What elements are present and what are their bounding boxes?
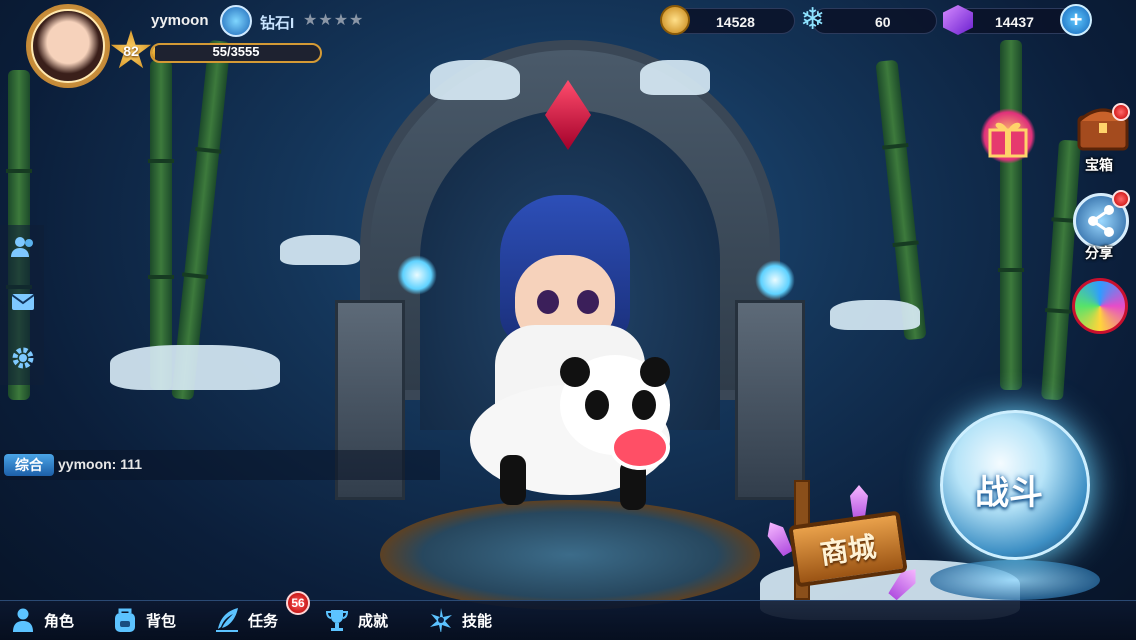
rank-icon[interactable]: [220, 5, 252, 37]
add-currency-button[interactable]: +: [1060, 4, 1092, 36]
gold-coin-icon: [660, 5, 690, 35]
gem-value: 14437: [995, 14, 1034, 30]
person-icon: [10, 607, 36, 633]
right-pillar: [735, 300, 805, 500]
bamboo: [998, 40, 1024, 390]
battle-pedestal: [930, 560, 1100, 600]
nav-skills-label: 技能: [462, 612, 493, 630]
panda-eye-patch: [585, 390, 609, 420]
nav-achievements[interactable]: 成就: [324, 604, 388, 636]
panda-ear: [560, 357, 590, 387]
chat-channel-tab[interactable]: 综合: [4, 454, 54, 476]
gift-icon[interactable]: [980, 108, 1036, 164]
player-name: yymoon: [151, 12, 209, 29]
snow-pile: [110, 345, 280, 390]
backpack-icon: [112, 607, 138, 633]
panda-leg: [500, 455, 526, 505]
game-screen: 82 yymoon 钻石I ★★★★ 55/3555 14528 ❄ 60 14…: [0, 0, 1136, 640]
player-avatar-frame[interactable]: [26, 4, 110, 88]
panda-ear: [640, 357, 670, 387]
shop-button[interactable]: 商城: [780, 480, 920, 600]
panda-eye-patch: [632, 390, 656, 420]
panda-mouth: [610, 425, 670, 470]
snow-pile: [430, 60, 520, 100]
battle-label: 战斗: [975, 474, 1043, 512]
rank-stars: ★★★★: [303, 12, 365, 29]
treasure-label: 宝箱: [1085, 157, 1113, 173]
quest-count-badge: 56: [286, 591, 310, 615]
lucky-wheel-icon[interactable]: [1072, 278, 1128, 334]
bamboo: [148, 60, 174, 390]
bamboo: [875, 59, 927, 341]
panda-mount: [460, 355, 670, 510]
blue-flame: [755, 260, 795, 300]
trophy-icon: [324, 607, 350, 633]
mail-icon[interactable]: [9, 288, 37, 316]
chat-message: yymoon: 111: [58, 456, 143, 472]
player-avatar[interactable]: [31, 9, 105, 83]
gold-value: 14528: [716, 14, 755, 30]
nav-achievements-label: 成就: [358, 612, 389, 630]
nav-quests-label: 任务: [248, 612, 279, 630]
snow-pile: [640, 60, 710, 95]
snow-pile: [830, 300, 920, 330]
blue-flame: [397, 255, 437, 295]
nav-backpack-label: 背包: [146, 612, 177, 630]
snowflake-icon: ❄: [800, 3, 826, 36]
snow-pile: [280, 235, 360, 265]
treasure-notification-dot: [1112, 103, 1130, 121]
rank-name: 钻石I: [260, 15, 295, 32]
settings-gear-icon[interactable]: [9, 344, 37, 372]
nav-character[interactable]: 角色: [10, 604, 74, 636]
nav-backpack[interactable]: 背包: [112, 604, 176, 636]
hero-eye: [577, 290, 599, 314]
share-label: 分享: [1085, 245, 1113, 261]
quill-icon: [214, 607, 240, 633]
hero-character[interactable]: [455, 195, 685, 535]
bamboo: [1040, 139, 1082, 401]
hero-eye: [537, 290, 559, 314]
snowflake-value: 60: [875, 14, 891, 30]
nav-skills[interactable]: 技能: [428, 604, 492, 636]
nav-quests[interactable]: 任务: [214, 604, 278, 636]
exp-text: 55/3555: [212, 44, 260, 59]
nav-character-label: 角色: [44, 612, 75, 630]
friends-icon[interactable]: [9, 233, 37, 261]
spark-icon: [428, 607, 454, 633]
share-notification-dot: [1112, 190, 1130, 208]
